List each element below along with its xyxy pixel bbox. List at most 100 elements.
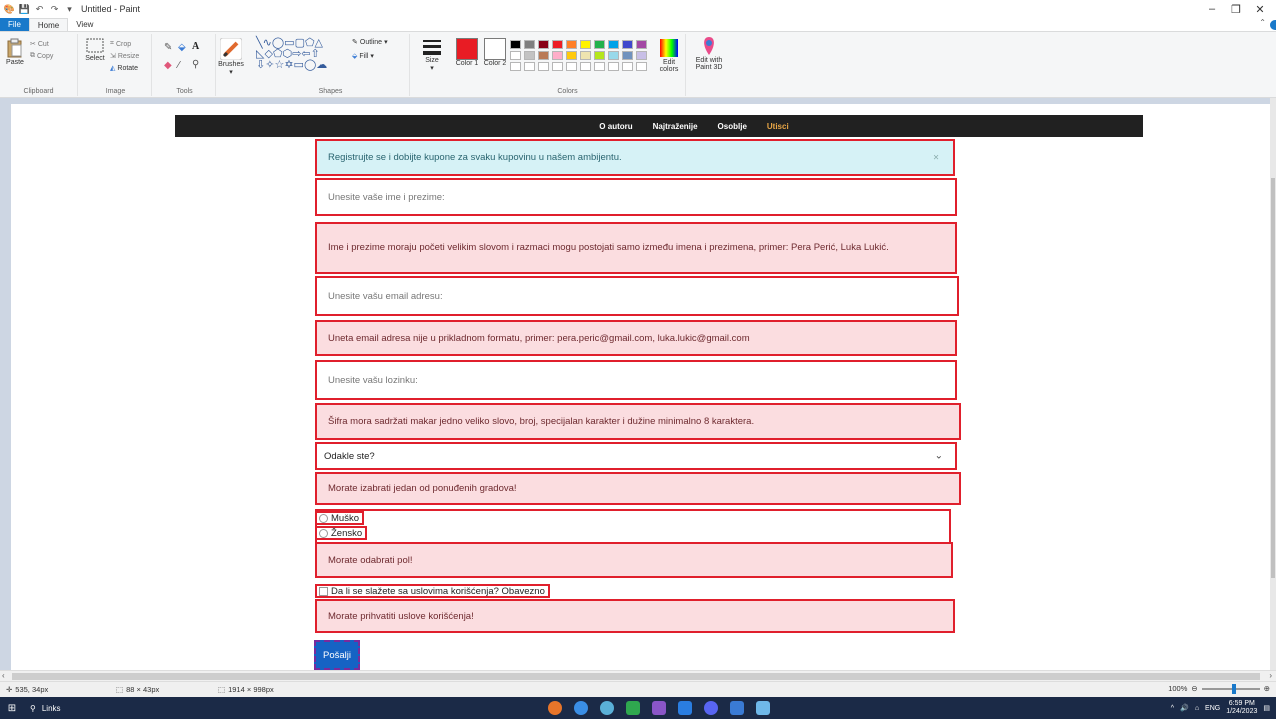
palette-swatch[interactable] xyxy=(510,62,521,71)
gender-male-option[interactable]: Muško xyxy=(315,511,364,525)
horizontal-scroll-thumb[interactable] xyxy=(12,673,1260,680)
terms-checkbox[interactable] xyxy=(319,586,328,596)
tab-file[interactable]: File xyxy=(0,18,29,31)
zoom-out-icon[interactable]: ⊖ xyxy=(1191,684,1197,693)
minimize-button[interactable]: – xyxy=(1200,0,1224,18)
palette-swatch[interactable] xyxy=(636,62,647,71)
palette-swatch[interactable] xyxy=(510,51,521,60)
palette-swatch[interactable] xyxy=(594,51,605,60)
resize-button[interactable]: ⇲ Resize xyxy=(110,52,139,61)
opera-icon[interactable] xyxy=(574,701,588,715)
palette-swatch[interactable] xyxy=(580,62,591,71)
maximize-button[interactable]: ❐ xyxy=(1224,0,1248,18)
palette-swatch[interactable] xyxy=(552,62,563,71)
email-input[interactable]: Unesite vašu email adresu: xyxy=(315,276,959,316)
color2-button[interactable]: Color 2 xyxy=(482,38,508,67)
outline-button[interactable]: ✎ Outline ▾ xyxy=(352,38,388,47)
scroll-right-icon[interactable]: › xyxy=(1269,671,1272,680)
terms-option[interactable]: Da li se slažete sa uslovima korišćenja?… xyxy=(315,584,550,598)
fill-bucket-icon[interactable]: ⬙ xyxy=(178,42,186,53)
notifications-icon[interactable]: ▤ xyxy=(1263,704,1270,712)
palette-swatch[interactable] xyxy=(580,40,591,49)
taskbar-search[interactable]: ⚲ Links xyxy=(24,704,61,713)
palette-swatch[interactable] xyxy=(538,62,549,71)
palette-swatch[interactable] xyxy=(524,62,535,71)
nav-link-osoblje[interactable]: Osoblje xyxy=(718,122,747,131)
palette-swatch[interactable] xyxy=(594,62,605,71)
save-icon[interactable]: 💾 xyxy=(19,4,30,15)
nav-link-utisci[interactable]: Utisci xyxy=(767,122,789,131)
collapse-ribbon-icon[interactable]: ⌃ xyxy=(1259,18,1266,27)
tray-chevron-icon[interactable]: ^ xyxy=(1171,705,1174,712)
city-select[interactable]: Odakle ste? ⌄ xyxy=(315,442,957,470)
palette-swatch[interactable] xyxy=(622,40,633,49)
vertical-scrollbar[interactable] xyxy=(1270,98,1276,670)
visual-studio-icon[interactable] xyxy=(652,701,666,715)
submit-button[interactable]: Pošalji xyxy=(314,640,360,670)
tab-home[interactable]: Home xyxy=(28,18,69,31)
palette-swatch[interactable] xyxy=(524,51,535,60)
palette-swatch[interactable] xyxy=(594,40,605,49)
zoom-slider-knob[interactable] xyxy=(1231,683,1236,694)
volume-icon[interactable]: 🔊 xyxy=(1180,704,1189,712)
select-button[interactable]: Select xyxy=(84,38,106,62)
down-arrow-shape-icon[interactable]: ⇩ xyxy=(256,59,265,71)
paste-button[interactable]: Paste xyxy=(4,38,26,66)
vertical-scroll-thumb[interactable] xyxy=(1271,178,1275,578)
app-green-icon[interactable] xyxy=(626,701,640,715)
network-icon[interactable]: ⌂ xyxy=(1195,705,1199,712)
cut-button[interactable]: ✂ Cut xyxy=(30,40,49,49)
oval-callout-shape-icon[interactable]: ◯ xyxy=(304,59,316,71)
brushes-button[interactable]: Brushes ▾ xyxy=(218,38,244,76)
windows-start-icon[interactable]: ⊞ xyxy=(0,703,24,714)
canvas[interactable]: O autoru Najtraženije Osoblje Utisci Reg… xyxy=(11,104,1273,670)
palette-swatch[interactable] xyxy=(608,62,619,71)
shapes-gallery[interactable]: ╲∿◯▭▢⬠△ ◺◇⬠⬡⇨⇦⇧ ⇩✧☆✡▭◯☁ xyxy=(256,38,350,71)
palette-swatch[interactable] xyxy=(538,40,549,49)
password-input[interactable]: Unesite vašu lozinku: xyxy=(315,360,957,400)
discord-icon[interactable] xyxy=(704,701,718,715)
color-picker-icon[interactable]: ⁄ xyxy=(178,60,180,71)
palette-swatch[interactable] xyxy=(636,40,647,49)
cloud-callout-shape-icon[interactable]: ☁ xyxy=(316,59,327,71)
help-icon[interactable] xyxy=(1270,20,1276,30)
gender-male-radio[interactable] xyxy=(319,513,328,523)
palette-swatch[interactable] xyxy=(566,62,577,71)
gender-female-radio[interactable] xyxy=(319,528,328,538)
palette-swatch[interactable] xyxy=(552,51,563,60)
horizontal-scrollbar[interactable]: ‹ › xyxy=(0,670,1276,681)
fill-button[interactable]: ⬙ Fill ▾ xyxy=(352,52,374,61)
palette-swatch[interactable] xyxy=(580,51,591,60)
crop-button[interactable]: ⌗ Crop xyxy=(110,40,131,48)
palette-swatch[interactable] xyxy=(608,40,619,49)
rotate-button[interactable]: ◭ Rotate xyxy=(110,64,138,73)
language-indicator[interactable]: ENG xyxy=(1205,705,1220,712)
nav-link-o-autoru[interactable]: O autoru xyxy=(599,122,632,131)
gender-female-option[interactable]: Žensko xyxy=(315,526,368,540)
redo-icon[interactable]: ↷ xyxy=(49,4,60,15)
five-point-star-shape-icon[interactable]: ☆ xyxy=(274,59,284,71)
zoom-in-icon[interactable]: ⊕ xyxy=(1264,684,1270,693)
palette-swatch[interactable] xyxy=(538,51,549,60)
close-button[interactable]: ✕ xyxy=(1248,0,1272,18)
zoom-slider[interactable] xyxy=(1201,683,1260,694)
scroll-left-icon[interactable]: ‹ xyxy=(2,671,5,680)
customize-qat-icon[interactable]: ▾ xyxy=(64,4,75,15)
palette-swatch[interactable] xyxy=(552,40,563,49)
size-button[interactable]: Size ▾ xyxy=(420,38,444,72)
copy-button[interactable]: ⧉ Copy xyxy=(30,52,53,60)
clock[interactable]: 6:59 PM 1/24/2023 xyxy=(1226,700,1257,716)
text-tool-icon[interactable]: A xyxy=(192,41,199,52)
color-palette[interactable] xyxy=(510,40,660,80)
file-explorer-icon[interactable] xyxy=(730,701,744,715)
tab-view[interactable]: View xyxy=(68,18,101,31)
name-input[interactable]: Unesite vaše ime i prezime: xyxy=(315,178,957,216)
magnifier-icon[interactable]: ⚲ xyxy=(192,59,199,70)
palette-swatch[interactable] xyxy=(566,51,577,60)
nav-link-najtrazenije[interactable]: Najtraženije xyxy=(653,122,698,131)
palette-swatch[interactable] xyxy=(636,51,647,60)
palette-swatch[interactable] xyxy=(622,51,633,60)
steam-icon[interactable] xyxy=(600,701,614,715)
close-alert-icon[interactable]: × xyxy=(933,152,939,163)
pencil-icon[interactable]: ✎ xyxy=(164,42,172,53)
